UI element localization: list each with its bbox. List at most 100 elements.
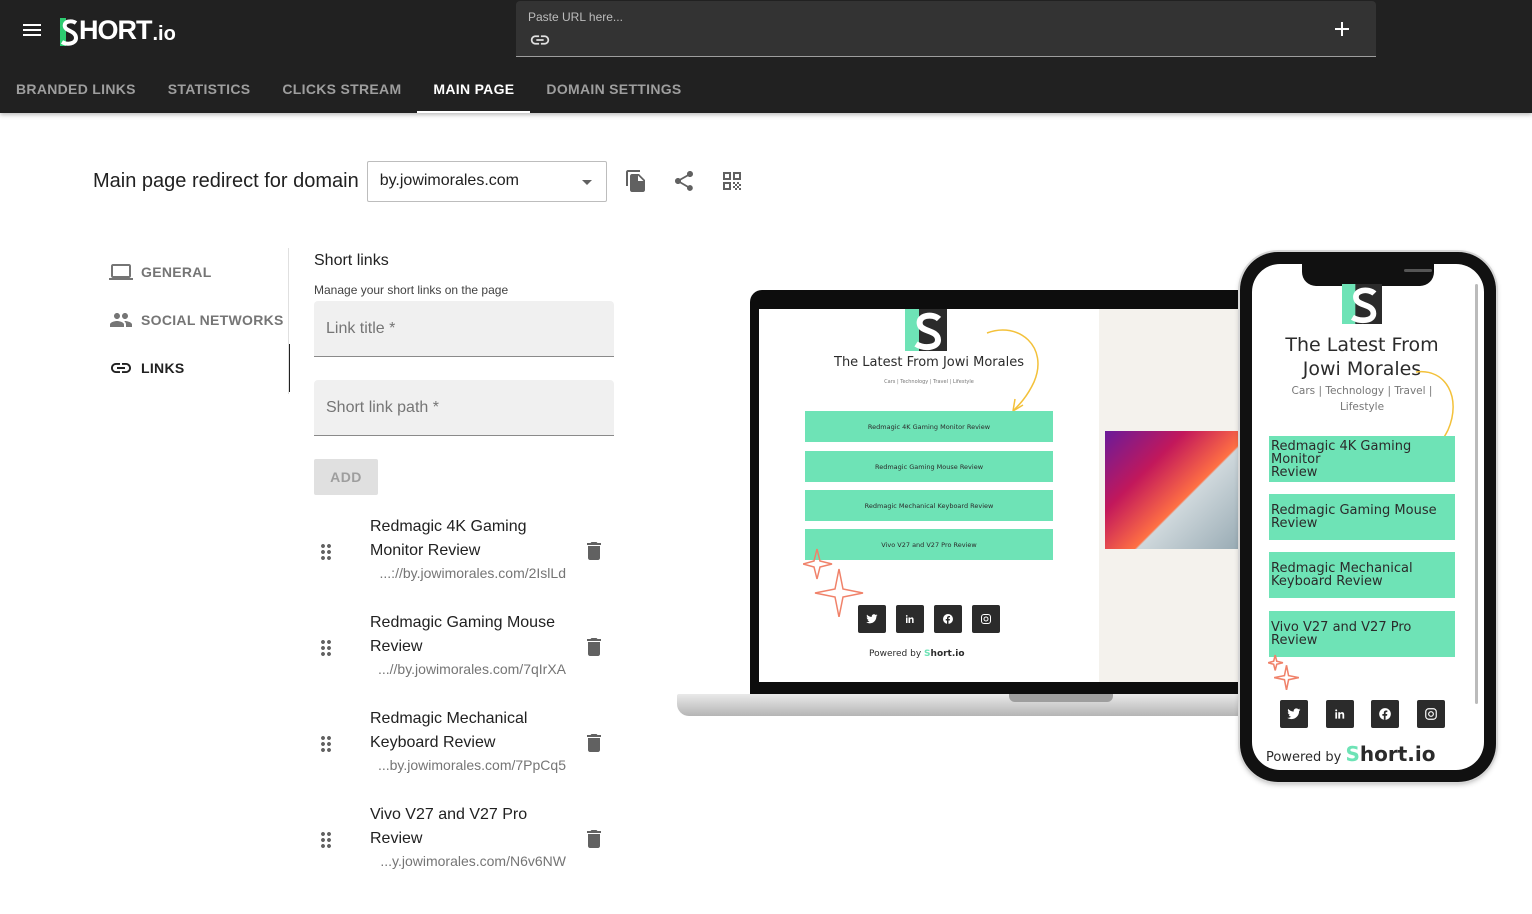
add-url-plus-icon[interactable] <box>1330 17 1354 41</box>
instagram-icon[interactable] <box>1417 700 1445 728</box>
drag-handle-icon[interactable] <box>314 636 338 660</box>
short-link-path-input[interactable]: Short link path * <box>314 380 614 436</box>
phone-speaker <box>1404 269 1432 272</box>
tab-main-page[interactable]: MAIN PAGE <box>417 65 531 113</box>
logo-suffix: .io <box>152 23 176 45</box>
delete-icon[interactable] <box>582 539 606 563</box>
settings-side-nav: GENERAL SOCIAL NETWORKS LINKS <box>92 248 290 392</box>
phone-link-button-line1: Redmagic 4K Gaming Monitor <box>1271 438 1412 467</box>
phone-page-title-line1: The Latest From <box>1285 334 1439 356</box>
laptop-icon <box>109 264 133 280</box>
domain-heading-row: Main page redirect for domain by.jowimor… <box>93 160 744 202</box>
sidebar-item-social-networks[interactable]: SOCIAL NETWORKS <box>92 296 290 344</box>
sparkle-icon <box>1268 654 1300 690</box>
tab-statistics[interactable]: STATISTICS <box>152 65 267 113</box>
phone-notch <box>1302 264 1434 286</box>
link-icon <box>111 363 131 373</box>
preview-tagline: Cars | Technology | Travel | Lifestyle <box>884 379 974 385</box>
instagram-icon[interactable] <box>972 605 1000 633</box>
page-title: Main page redirect for domain <box>93 169 359 192</box>
preview-link-button[interactable]: Redmagic 4K Gaming Monitor Review <box>805 411 1053 442</box>
twitter-icon[interactable] <box>1280 700 1308 728</box>
phone-link-button[interactable]: Vivo V27 and V27 Pro Review <box>1269 611 1455 657</box>
top-app-bar: HORT .io Paste URL here... BRANDED LINKS … <box>0 0 1532 113</box>
list-item: Redmagic Mechanical Keyboard Review ...b… <box>314 695 614 791</box>
tab-domain-settings[interactable]: DOMAIN SETTINGS <box>530 65 697 113</box>
short-links-subtitle: Manage your short links on the page <box>314 283 509 297</box>
link-url: ...//by.jowimorales.com/7qIrXA <box>377 661 566 677</box>
brand-name: hort.io <box>930 649 965 659</box>
tab-clicks-stream[interactable]: CLICKS STREAM <box>266 65 417 113</box>
link-title: Redmagic Gaming Mouse Review <box>370 614 555 655</box>
short-links-title: Short links <box>314 252 389 269</box>
link-title: Redmagic 4K Gaming Monitor Review <box>370 518 527 559</box>
short-links-panel: Short links Manage your short links on t… <box>314 252 614 495</box>
nav-divider <box>288 248 289 394</box>
short-links-list: Redmagic 4K Gaming Monitor Review ...://… <box>314 503 614 887</box>
link-icon <box>530 35 550 45</box>
page-logo-icon <box>1342 284 1382 324</box>
laptop-preview: The Latest From Jowi Morales Cars | Tech… <box>677 290 1297 730</box>
delete-icon[interactable] <box>582 827 606 851</box>
sidebar-item-general[interactable]: GENERAL <box>92 248 290 296</box>
drag-handle-icon[interactable] <box>314 540 338 564</box>
link-title-input[interactable]: Link title * <box>314 301 614 357</box>
powered-by-label: Powered by <box>869 649 922 659</box>
domain-select-value: by.jowimorales.com <box>379 172 519 189</box>
twitter-icon[interactable] <box>858 605 886 633</box>
sidebar-item-label: LINKS <box>141 360 185 376</box>
linkedin-icon[interactable] <box>896 605 924 633</box>
phone-link-button[interactable]: Redmagic 4K Gaming Monitor Review <box>1269 436 1455 482</box>
laptop-base <box>677 694 1297 716</box>
tab-branded-links[interactable]: BRANDED LINKS <box>0 65 152 113</box>
delete-icon[interactable] <box>582 635 606 659</box>
link-title: Vivo V27 and V27 Pro Review <box>370 806 528 847</box>
copy-icon[interactable] <box>624 169 648 193</box>
linkedin-icon[interactable] <box>1326 700 1354 728</box>
shortio-logo[interactable]: HORT .io <box>60 14 176 46</box>
url-placeholder: Paste URL here... <box>528 10 623 24</box>
link-url: ...://by.jowimorales.com/2IslLd <box>379 565 566 581</box>
phone-link-button-line2: Review <box>1271 464 1318 480</box>
qr-code-icon[interactable] <box>720 169 744 193</box>
laptop-photo-image <box>1105 431 1255 549</box>
domain-select[interactable]: by.jowimorales.com <box>366 160 607 202</box>
main-tabs: BRANDED LINKS STATISTICS CLICKS STREAM M… <box>0 65 698 113</box>
powered-by-footer: Powered by Short.io <box>869 649 965 659</box>
powered-by-footer: Powered by Short.io <box>1266 742 1436 766</box>
phone-scrollbar[interactable] <box>1475 284 1478 704</box>
preview-page-title: The Latest From Jowi Morales <box>834 355 1024 370</box>
facebook-icon[interactable] <box>934 605 962 633</box>
short-link-path-placeholder: Short link path * <box>326 398 439 416</box>
list-item: Vivo V27 and V27 Pro Review ...y.jowimor… <box>314 791 614 887</box>
link-url: ...by.jowimorales.com/7PpCq5 <box>377 757 566 773</box>
phone-link-button-line2: Keyboard Review <box>1271 574 1383 589</box>
sidebar-item-label: GENERAL <box>141 264 212 280</box>
list-item: Redmagic 4K Gaming Monitor Review ...://… <box>314 503 614 599</box>
share-icon[interactable] <box>672 169 696 193</box>
facebook-icon[interactable] <box>1371 700 1399 728</box>
list-item: Redmagic Gaming Mouse Review ...//by.jow… <box>314 599 614 695</box>
link-url: ...y.jowimorales.com/N6v6NW <box>380 853 566 869</box>
delete-icon[interactable] <box>582 731 606 755</box>
shortio-s-mark-icon <box>60 18 79 46</box>
arrow-doodle-icon <box>986 329 1039 412</box>
paste-url-field[interactable]: Paste URL here... <box>516 1 1376 57</box>
preview-link-button[interactable]: Redmagic Gaming Mouse Review <box>805 451 1053 482</box>
drag-handle-icon[interactable] <box>314 732 338 756</box>
phone-link-button[interactable]: Redmagic Gaming Mouse Review <box>1269 494 1455 540</box>
phone-link-button[interactable]: Redmagic Mechanical Keyboard Review <box>1269 552 1455 598</box>
laptop-screen: The Latest From Jowi Morales Cars | Tech… <box>759 309 1263 682</box>
sidebar-item-links[interactable]: LINKS <box>92 344 290 392</box>
laptop-notch <box>1009 694 1113 702</box>
link-title: Redmagic Mechanical Keyboard Review <box>370 710 528 751</box>
hamburger-menu-icon[interactable] <box>20 18 44 42</box>
add-link-button[interactable]: ADD <box>314 459 378 495</box>
phone-link-button-line1: Vivo V27 and V27 Pro Review <box>1271 620 1412 648</box>
page-logo-icon <box>905 309 947 351</box>
logo-text: HORT <box>79 15 152 45</box>
preview-link-button[interactable]: Redmagic Mechanical Keyboard Review <box>805 490 1053 521</box>
sidebar-item-label: SOCIAL NETWORKS <box>141 312 284 328</box>
drag-handle-icon[interactable] <box>314 828 338 852</box>
phone-link-button-line2: Review <box>1271 516 1318 531</box>
